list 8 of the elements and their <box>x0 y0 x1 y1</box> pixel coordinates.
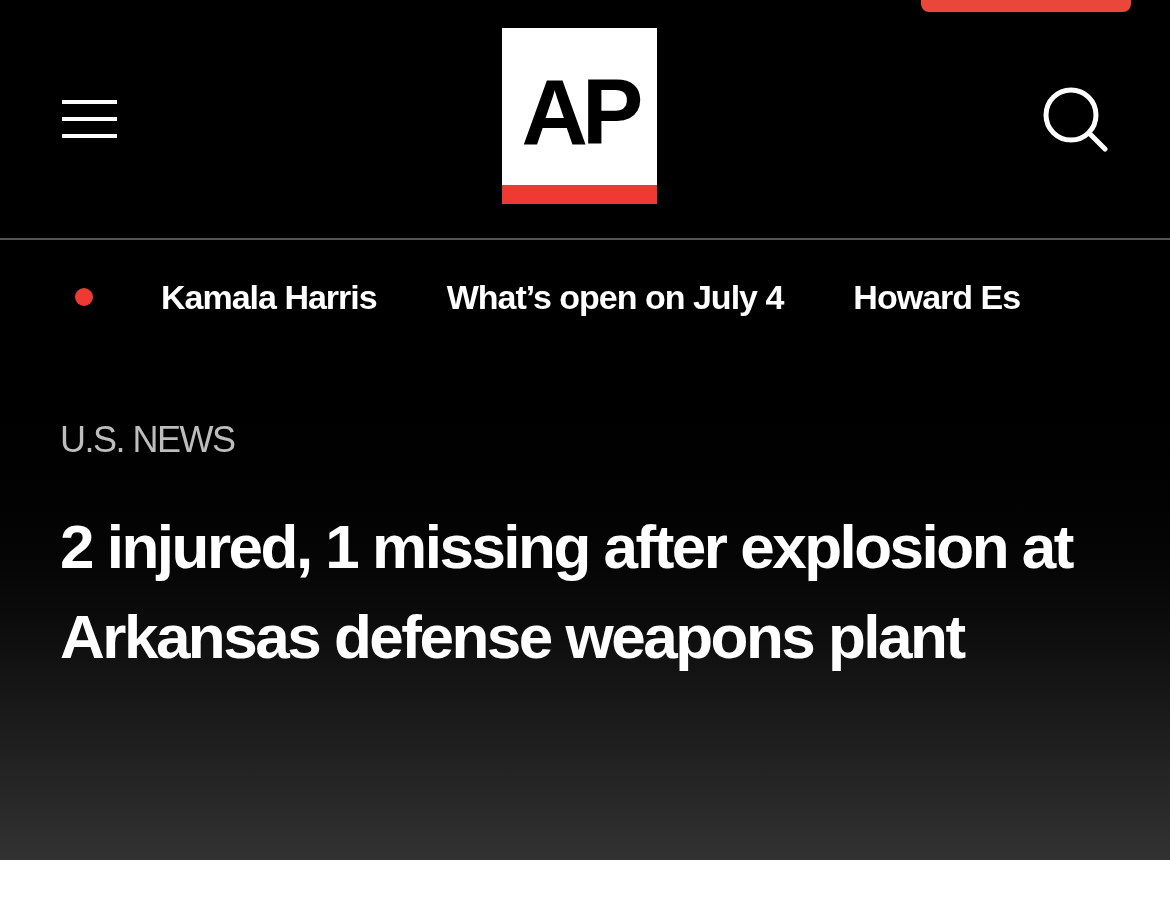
trending-link[interactable]: What’s open on July 4 <box>446 271 784 323</box>
trending-link[interactable]: Kamala Harris <box>161 271 377 323</box>
menu-icon[interactable] <box>62 100 117 138</box>
trending-link[interactable]: Howard Es <box>853 271 1021 323</box>
headline: 2 injured, 1 missing after explosion at Arkansas defense weapons plant <box>60 511 1074 673</box>
logo[interactable]: AP <box>502 28 657 204</box>
search-icon[interactable] <box>1042 86 1108 152</box>
section-label[interactable]: U.S. NEWS <box>60 422 1110 458</box>
